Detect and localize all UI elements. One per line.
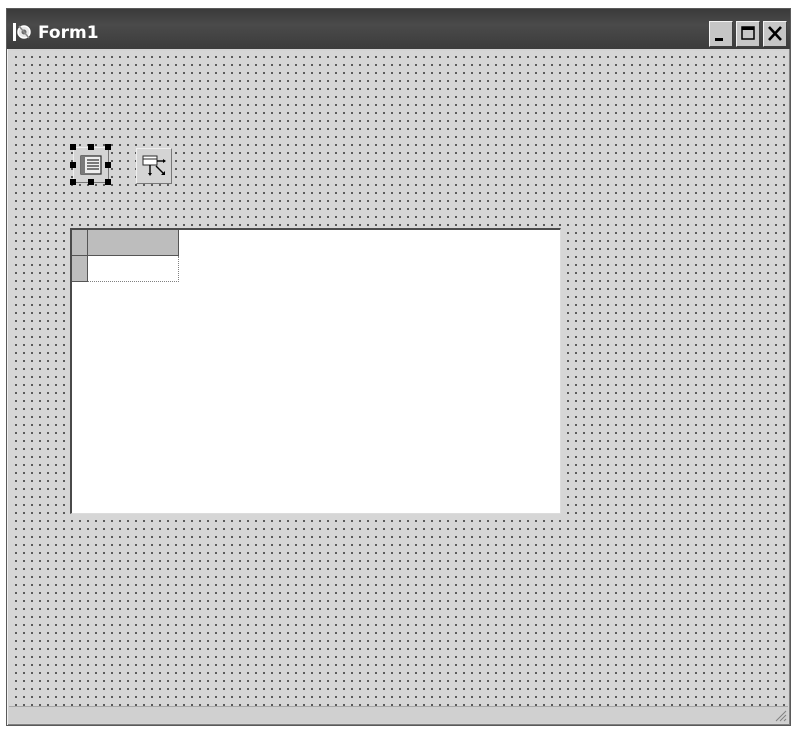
selection-handle[interactable] <box>70 162 76 168</box>
form-window: Form1 <box>6 8 791 726</box>
selection-handle[interactable] <box>105 144 111 150</box>
minimize-icon <box>715 38 723 41</box>
connection-arrows-icon <box>142 155 166 176</box>
data-grid[interactable] <box>70 228 561 514</box>
maximize-button[interactable] <box>736 21 760 47</box>
window-title: Form1 <box>38 23 99 43</box>
selection-handle[interactable] <box>105 162 111 168</box>
minimize-button[interactable] <box>709 21 733 47</box>
maximize-icon <box>741 26 755 40</box>
title-bar[interactable]: Form1 <box>7 9 790 49</box>
app-icon[interactable] <box>13 22 33 42</box>
close-icon <box>768 26 782 41</box>
grid-corner-header[interactable] <box>72 230 88 256</box>
selection-handle[interactable] <box>70 179 76 185</box>
close-button[interactable] <box>763 21 787 47</box>
selection-handle[interactable] <box>70 144 76 150</box>
data-connection-component[interactable] <box>136 148 172 184</box>
resize-grip-icon[interactable] <box>773 708 787 722</box>
form-designer-surface[interactable] <box>9 51 788 707</box>
data-source-icon <box>80 155 102 175</box>
selection-handle[interactable] <box>105 179 111 185</box>
data-source-component[interactable] <box>70 144 111 185</box>
grid-column-header[interactable] <box>88 230 179 256</box>
status-bar <box>9 706 788 723</box>
grid-row-indicator[interactable] <box>72 256 88 282</box>
grid-cell[interactable] <box>88 256 179 282</box>
selection-handle[interactable] <box>88 144 94 150</box>
selection-handle[interactable] <box>88 179 94 185</box>
